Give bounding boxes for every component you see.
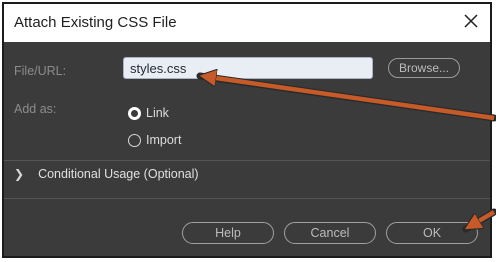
radio-link-button[interactable] xyxy=(128,106,141,120)
browse-button[interactable]: Browse... xyxy=(388,58,460,78)
dialog-title: Attach Existing CSS File xyxy=(14,14,177,31)
radio-import[interactable]: Import xyxy=(128,133,181,147)
dialog-window: Attach Existing CSS File File/URL: Brows… xyxy=(2,2,492,258)
help-button[interactable]: Help xyxy=(182,222,274,244)
title-bar: Attach Existing CSS File xyxy=(4,4,490,42)
dialog-content: File/URL: Browse... Add as: Link Import … xyxy=(4,42,490,256)
conditional-usage-label: Conditional Usage (Optional) xyxy=(38,167,199,181)
radio-import-button[interactable] xyxy=(128,133,141,147)
divider xyxy=(4,160,490,161)
radio-link-label: Link xyxy=(146,106,169,120)
radio-import-label: Import xyxy=(146,133,182,147)
file-url-input[interactable] xyxy=(123,57,373,79)
add-as-label: Add as: xyxy=(14,102,57,116)
chevron-right-icon: ❯ xyxy=(14,167,25,181)
radio-link[interactable]: Link xyxy=(128,106,169,120)
ok-button[interactable]: OK xyxy=(386,222,478,244)
file-url-label: File/URL: xyxy=(14,64,67,78)
close-icon[interactable] xyxy=(460,10,482,32)
cancel-button[interactable]: Cancel xyxy=(284,222,376,244)
conditional-usage-toggle[interactable]: ❯ Conditional Usage (Optional) xyxy=(14,167,199,181)
divider xyxy=(4,198,490,199)
